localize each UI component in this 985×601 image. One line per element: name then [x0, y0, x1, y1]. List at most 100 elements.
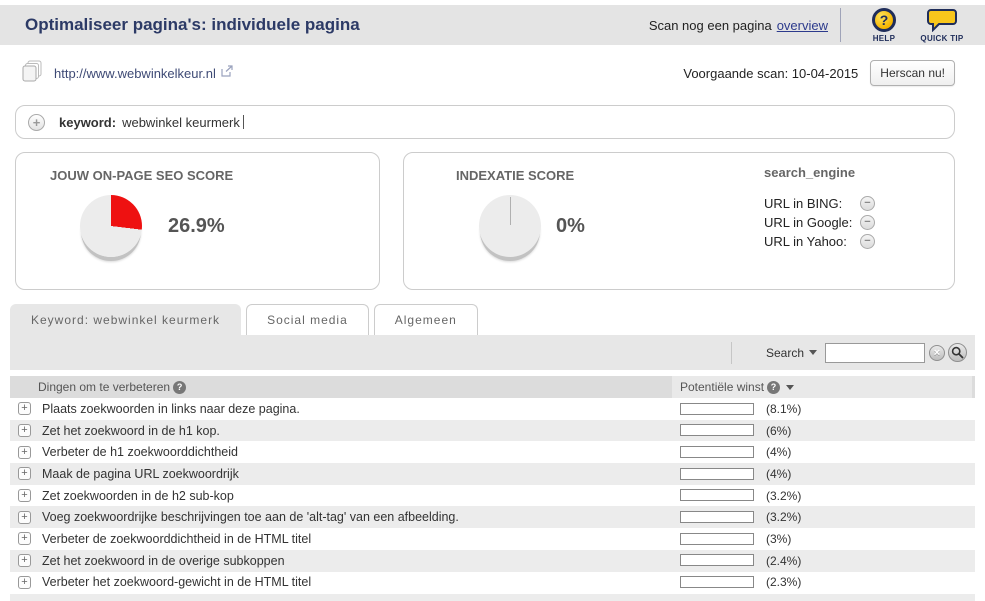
search-engine-title: search_engine [764, 165, 875, 180]
search-engine-label: URL in Yahoo: [764, 234, 860, 249]
table-row: + Voeg zoekwoordrijke beschrijvingen toe… [10, 506, 975, 528]
tab[interactable]: Keyword: webwinkel keurmerk [10, 304, 241, 335]
minus-status-icon: − [860, 215, 875, 230]
expand-row-button[interactable]: + [18, 532, 31, 545]
seo-pie [80, 195, 142, 257]
url-row: http://www.webwinkelkeur.nl Voorgaande s… [0, 53, 985, 93]
expand-row-button[interactable]: + [18, 511, 31, 524]
seo-score-value: 26.9% [168, 215, 225, 238]
indexation-score-value: 0% [556, 215, 585, 238]
search-engine-row: URL in Google: − [764, 215, 875, 230]
search-engine-label: URL in BING: [764, 196, 860, 211]
potential-bar [680, 446, 754, 458]
improvements-header-label: Dingen om te verbeteren [38, 380, 170, 394]
add-keyword-icon[interactable]: + [28, 114, 45, 131]
improvement-label: Zet het zoekwoord in de overige subkoppe… [42, 554, 285, 568]
improvement-label: Verbeter de zoekwoorddichtheid in de HTM… [42, 532, 311, 546]
seo-panel-title: JOUW ON-PAGE SEO SCORE [50, 168, 233, 183]
keyword-bar: + keyword: webwinkel keurmerk [15, 105, 955, 139]
improvement-label: Voeg zoekwoordrijke beschrijvingen toe a… [42, 510, 459, 524]
improvement-label: Zet het zoekwoord in de h1 kop. [42, 424, 220, 438]
potential-bar [680, 489, 754, 501]
scan-again-text: Scan nog een pagina [649, 18, 772, 33]
toolbar-divider [731, 342, 732, 364]
expand-row-button[interactable]: + [18, 467, 31, 480]
magnifier-icon [951, 346, 964, 359]
expand-row-button[interactable]: + [18, 576, 31, 589]
potential-bar [680, 468, 754, 480]
minus-status-icon: − [860, 196, 875, 211]
improvement-label: Maak de pagina URL zoekwoordrijk [42, 467, 239, 481]
search-input[interactable] [825, 343, 925, 363]
search-engine-row: URL in Yahoo: − [764, 234, 875, 249]
expand-row-button[interactable]: + [18, 424, 31, 437]
external-link-icon[interactable] [221, 64, 234, 82]
pages-icon [22, 60, 42, 87]
page-url: http://www.webwinkelkeur.nl [54, 66, 216, 81]
potential-bar [680, 424, 754, 436]
search-submit-button[interactable] [948, 343, 967, 362]
potential-percent: (3%) [766, 532, 791, 546]
keyword-value: webwinkel keurmerk [122, 115, 240, 130]
expand-row-button[interactable]: + [18, 402, 31, 415]
table-row: + Zet het zoekwoord in de h1 kop. (6%) [10, 420, 975, 442]
potential-percent: (2.4%) [766, 554, 801, 568]
text-cursor [243, 115, 244, 129]
seo-score-panel: JOUW ON-PAGE SEO SCORE 26.9% [15, 152, 380, 290]
page-title: Optimaliseer pagina's: individuele pagin… [25, 15, 649, 35]
table-row: + Zet het zoekwoord in de overige subkop… [10, 550, 975, 572]
table-row: + Verbeter de zoekwoorddichtheid in de H… [10, 528, 975, 550]
tab[interactable]: Social media [246, 304, 369, 335]
indexation-pie [479, 195, 541, 257]
quick-tip-button[interactable]: QUICK TIP [913, 8, 971, 43]
improvement-label: Verbeter het zoekwoord-gewicht in de HTM… [42, 575, 311, 589]
search-engine-label: URL in Google: [764, 215, 860, 230]
score-panels: JOUW ON-PAGE SEO SCORE 26.9% INDEXATIE S… [15, 152, 955, 290]
improvement-label: Plaats zoekwoorden in links naar deze pa… [42, 402, 300, 416]
potential-percent: (3.2%) [766, 510, 801, 524]
expand-row-button[interactable]: + [18, 446, 31, 459]
search-caret-icon[interactable] [809, 350, 817, 355]
search-toolbar: Search × [10, 335, 975, 370]
improvement-label: Zet zoekwoorden in de h2 sub-kop [42, 489, 234, 503]
quick-tip-label: QUICK TIP [920, 34, 963, 43]
header-actions: Scan nog een pagina overview ? HELP QUIC… [649, 8, 971, 43]
potential-percent: (8.1%) [766, 402, 801, 416]
search-engine-row: URL in BING: − [764, 196, 875, 211]
expand-row-button[interactable]: + [18, 489, 31, 502]
tab[interactable]: Algemeen [374, 304, 478, 335]
rescan-button[interactable]: Herscan nu! [870, 60, 955, 86]
keyword-label: keyword: [59, 115, 116, 130]
table-row: + Verbeter het zoekwoord-gewicht in de H… [10, 572, 975, 594]
improvements-help-icon[interactable]: ? [173, 381, 186, 394]
sort-desc-icon [786, 385, 794, 390]
potential-percent: (4%) [766, 445, 791, 459]
header: Optimaliseer pagina's: individuele pagin… [0, 5, 985, 45]
indexation-panel-title: INDEXATIE SCORE [456, 168, 574, 183]
help-button[interactable]: ? HELP [855, 8, 913, 43]
previous-scan-text: Voorgaande scan: 10-04-2015 [683, 66, 858, 81]
potential-bar [680, 511, 754, 523]
improvement-label: Verbeter de h1 zoekwoorddichtheid [42, 445, 238, 459]
indexation-panel: INDEXATIE SCORE 0% search_engine URL in … [403, 152, 955, 290]
table-row: + Maak de pagina URL zoekwoordrijk (4%) [10, 463, 975, 485]
keyword-input[interactable]: webwinkel keurmerk [122, 106, 942, 138]
overview-link[interactable]: overview [777, 18, 828, 33]
help-label: HELP [873, 34, 896, 43]
improvements-table: + Plaats zoekwoorden in links naar deze … [10, 398, 975, 593]
search-dropdown[interactable]: Search [766, 346, 804, 360]
expand-row-button[interactable]: + [18, 554, 31, 567]
table-row: + Verbeter de h1 zoekwoorddichtheid (4%) [10, 441, 975, 463]
pie-needle [510, 197, 511, 225]
column-potential-sort[interactable]: Potentiële winst ? [672, 376, 972, 398]
tab-bar: Keyword: webwinkel keurmerk Social media… [10, 304, 985, 335]
potential-help-icon[interactable]: ? [767, 381, 780, 394]
table-header: Dingen om te verbeteren ? Potentiële win… [10, 376, 975, 398]
quick-tip-icon [927, 8, 957, 32]
clear-search-button[interactable]: × [929, 345, 945, 361]
potential-bar [680, 576, 754, 588]
search-engine-block: search_engine URL in BING: − URL in Goog… [764, 165, 875, 253]
potential-bar [680, 403, 754, 415]
potential-header-label: Potentiële winst [680, 380, 764, 394]
column-improvements: Dingen om te verbeteren ? [10, 380, 186, 394]
